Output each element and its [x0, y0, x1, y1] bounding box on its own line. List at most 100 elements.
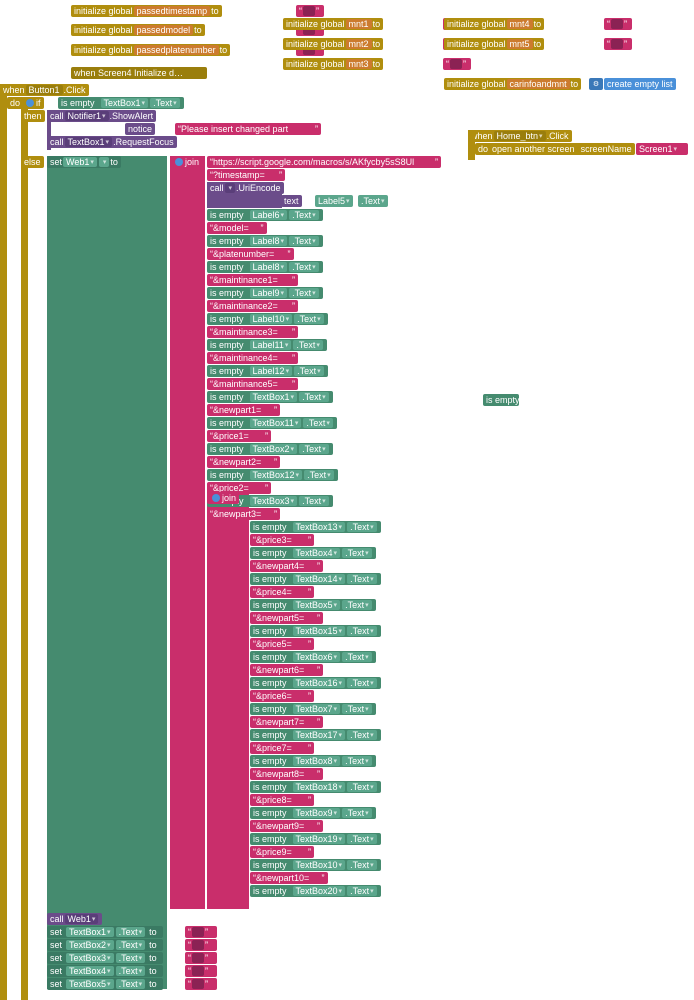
gear-icon[interactable]: [26, 99, 34, 107]
call-web-get[interactable]: call Web1▾: [47, 913, 102, 925]
isempty-row[interactable]: is emptyTextBox10▾.Text▾: [250, 859, 381, 871]
init-global-passedtimestamp[interactable]: initialize globalpassedtimestampto: [71, 5, 222, 17]
when-screen-init[interactable]: when Screen4 Initialize d…: [71, 67, 207, 79]
set-val[interactable]: “ ”: [185, 978, 217, 990]
q-param[interactable]: “ &maintinance5= ”: [207, 378, 298, 390]
init-global-passedplatenumber[interactable]: initialize globalpassedplatenumberto: [71, 44, 230, 56]
q-param[interactable]: “ &newpart3= ”: [207, 508, 280, 520]
set-tb[interactable]: setTextBox4▾.Text▾to: [47, 965, 163, 977]
open-screen[interactable]: open another screen screenName: [489, 143, 635, 155]
q-param[interactable]: “ &price3= ”: [250, 534, 314, 546]
init-global-mnt1[interactable]: initialize globalmnt1to: [283, 18, 383, 30]
isempty-row[interactable]: is emptyTextBox4▾.Text▾: [250, 547, 376, 559]
init-global-mnt3[interactable]: initialize globalmnt3to: [283, 58, 383, 70]
q-param[interactable]: “ &price9= ”: [250, 846, 314, 858]
q-param[interactable]: “ &newpart9= ”: [250, 820, 323, 832]
q-param[interactable]: “ &newpart5= ”: [250, 612, 323, 624]
isempty-row[interactable]: is emptyTextBox13▾.Text▾: [250, 521, 381, 533]
isempty-row[interactable]: is emptyLabel9▾.Text▾: [207, 287, 323, 299]
init-global-carinfo[interactable]: initialize global carinfoandmnt to: [444, 78, 581, 90]
init-global-passedmodel[interactable]: initialize globalpassedmodelto: [71, 24, 205, 36]
q-param[interactable]: “ &newpart6= ”: [250, 664, 323, 676]
call-uriencode[interactable]: call ▾ .UriEncode: [207, 182, 284, 194]
set-val[interactable]: “ ”: [185, 965, 217, 977]
inner-join[interactable]: join: [207, 492, 239, 504]
init-global-mnt2[interactable]: initialize globalmnt2to: [283, 38, 383, 50]
set-tb[interactable]: setTextBox2▾.Text▾to: [47, 939, 163, 951]
q-param[interactable]: “ &maintinance4= ”: [207, 352, 298, 364]
url-chip[interactable]: “ https://script.google.com/macros/s/AKf…: [207, 156, 441, 168]
q-param[interactable]: “ &newpart1= ”: [207, 404, 280, 416]
isempty-row[interactable]: is emptyTextBox12▾.Text▾: [207, 469, 338, 481]
set-val[interactable]: “ ”: [185, 952, 217, 964]
isempty-row[interactable]: is emptyTextBox18▾.Text▾: [250, 781, 381, 793]
init-val[interactable]: “ ”: [296, 5, 324, 17]
isempty-row[interactable]: is emptyLabel12▾.Text▾: [207, 365, 328, 377]
set-tb[interactable]: setTextBox3▾.Text▾to: [47, 952, 163, 964]
q-param[interactable]: “ &newpart2= ”: [207, 456, 280, 468]
q-param[interactable]: “ &newpart7= ”: [250, 716, 323, 728]
isempty-row[interactable]: is emptyLabel6▾.Text▾: [207, 209, 323, 221]
isempty-row[interactable]: is emptyTextBox1▾.Text▾: [207, 391, 333, 403]
call-notifier[interactable]: call Notifier1▾ .ShowAlert: [47, 110, 156, 122]
init-val[interactable]: “ ”: [443, 58, 471, 70]
gear-icon[interactable]: [212, 494, 220, 502]
create-empty-list[interactable]: create empty list: [604, 78, 676, 90]
init-val[interactable]: “ ”: [604, 38, 632, 50]
isempty-row[interactable]: is emptyLabel10▾.Text▾: [207, 313, 328, 325]
join-block[interactable]: join: [170, 156, 202, 168]
when-button1-click[interactable]: when Button1 .Click: [0, 84, 89, 96]
cond-isempty[interactable]: is empty TextBox1▾ .Text▾: [58, 97, 184, 109]
q-param[interactable]: “ &newpart4= ”: [250, 560, 323, 572]
isempty-row[interactable]: is emptyTextBox17▾.Text▾: [250, 729, 381, 741]
q-param[interactable]: “ &price5= ”: [250, 638, 314, 650]
set-tb[interactable]: setTextBox5▾.Text▾to: [47, 978, 163, 990]
q-param[interactable]: “ &price7= ”: [250, 742, 314, 754]
isempty-row[interactable]: is emptyTextBox19▾.Text▾: [250, 833, 381, 845]
q-param[interactable]: “ &model= ”: [207, 222, 267, 234]
set-web1-url[interactable]: set Web1▾ ▾ to: [47, 156, 121, 168]
q-param[interactable]: “ &platenumber= ”: [207, 248, 294, 260]
q-param[interactable]: “ &price6= ”: [250, 690, 314, 702]
init-global-mnt4[interactable]: initialize globalmnt4to: [444, 18, 544, 30]
if-block[interactable]: if: [21, 97, 44, 109]
isempty-row[interactable]: is emptyTextBox2▾.Text▾: [207, 443, 333, 455]
label5-get[interactable]: Label5▾: [315, 195, 353, 207]
floating-isempty[interactable]: is empty: [483, 394, 519, 406]
isempty-row[interactable]: is emptyTextBox16▾.Text▾: [250, 677, 381, 689]
isempty-row[interactable]: is emptyTextBox20▾.Text▾: [250, 885, 381, 897]
isempty-row[interactable]: is emptyTextBox9▾.Text▾: [250, 807, 376, 819]
set-tb[interactable]: setTextBox1▾.Text▾to: [47, 926, 163, 938]
notice-label: notice: [125, 123, 155, 135]
q-param[interactable]: “ &newpart10= ”: [250, 872, 328, 884]
set-val[interactable]: “ ”: [185, 939, 217, 951]
q-param[interactable]: “ &newpart8= ”: [250, 768, 323, 780]
init-val[interactable]: “ ”: [604, 18, 632, 30]
isempty-row[interactable]: is emptyTextBox8▾.Text▾: [250, 755, 376, 767]
isempty-row[interactable]: is emptyTextBox11▾.Text▾: [207, 417, 337, 429]
isempty-row[interactable]: is emptyTextBox7▾.Text▾: [250, 703, 376, 715]
q-param[interactable]: “ &price4= ”: [250, 586, 314, 598]
notice-msg[interactable]: “ Please insert changed part ”: [175, 123, 321, 135]
isempty-row[interactable]: is emptyLabel8▾.Text▾: [207, 261, 323, 273]
init-global-mnt5[interactable]: initialize globalmnt5to: [444, 38, 544, 50]
q-timestamp[interactable]: “ ?timestamp= ”: [207, 169, 285, 181]
isempty-row[interactable]: is emptyTextBox15▾.Text▾: [250, 625, 381, 637]
when-home[interactable]: when Home_btn▾ .Click: [468, 130, 572, 142]
isempty-row[interactable]: is emptyTextBox14▾.Text▾: [250, 573, 381, 585]
isempty-row[interactable]: is emptyTextBox6▾.Text▾: [250, 651, 376, 663]
label5-text[interactable]: .Text▾: [358, 195, 388, 207]
set-val[interactable]: “ ”: [185, 926, 217, 938]
isempty-row[interactable]: is emptyLabel11▾.Text▾: [207, 339, 327, 351]
isempty-row[interactable]: is emptyLabel8▾.Text▾: [207, 235, 323, 247]
q-param[interactable]: “ &maintinance3= ”: [207, 326, 298, 338]
call-reqfocus[interactable]: call TextBox1▾ .RequestFocus: [47, 136, 177, 148]
q-param[interactable]: “ &maintinance1= ”: [207, 274, 298, 286]
isempty-row[interactable]: is emptyTextBox5▾.Text▾: [250, 599, 376, 611]
q-param[interactable]: “ &price8= ”: [250, 794, 314, 806]
gear-carinfo[interactable]: ⚙: [589, 78, 603, 90]
gear-icon[interactable]: [175, 158, 183, 166]
q-param[interactable]: “ &maintinance2= ”: [207, 300, 298, 312]
screen1-chip[interactable]: Screen1▾: [636, 143, 688, 155]
q-param[interactable]: “ &price1= ”: [207, 430, 271, 442]
